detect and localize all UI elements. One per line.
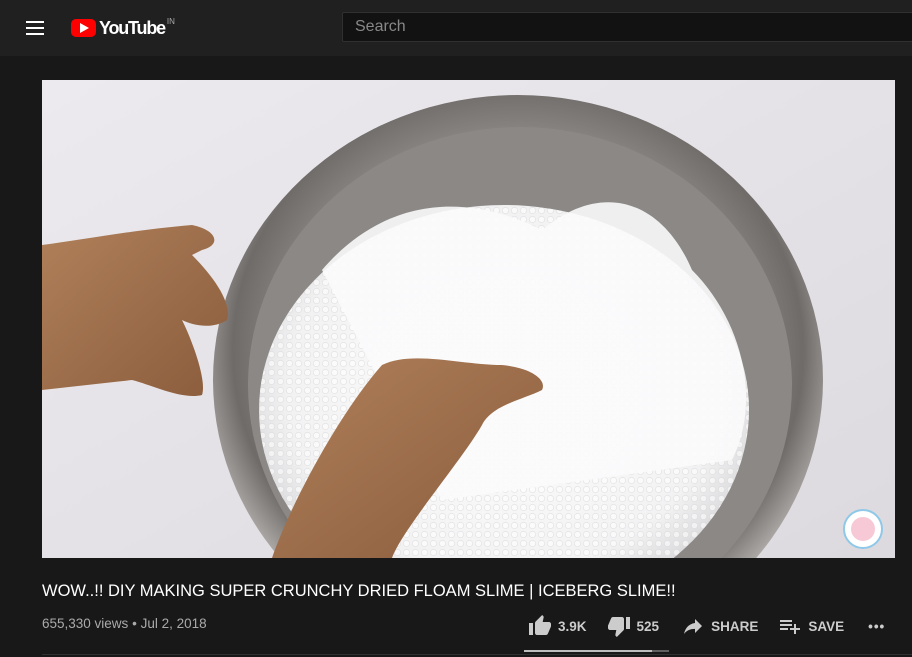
meta-separator: •: [132, 616, 137, 631]
youtube-logo[interactable]: YouTube IN: [71, 17, 175, 39]
thumbs-down-icon: [607, 617, 630, 637]
save-button[interactable]: SAVE: [778, 614, 844, 638]
sentiment-bar-fill: [524, 650, 652, 652]
country-code: IN: [166, 16, 175, 26]
thumbs-up-icon: [529, 615, 551, 635]
like-count: 3.9K: [558, 618, 587, 634]
logo-wordmark: YouTube: [99, 17, 166, 38]
save-label: SAVE: [808, 618, 845, 634]
video-frame: [42, 80, 895, 558]
like-button[interactable]: 3.9K: [528, 614, 587, 638]
left-hand: [42, 225, 228, 397]
video-metadata: 655,330 views • Jul 2, 2018: [42, 616, 207, 631]
search-input[interactable]: [342, 12, 912, 42]
video-player[interactable]: [42, 80, 895, 558]
view-count: 655,330 views: [42, 616, 129, 631]
divider: [42, 654, 912, 655]
playlist-add-icon: [780, 620, 801, 634]
share-label: SHARE: [711, 618, 759, 634]
share-button[interactable]: SHARE: [681, 614, 758, 638]
share-arrow-icon: [684, 619, 703, 634]
upload-date: Jul 2, 2018: [140, 616, 207, 631]
sentiment-bar: [524, 650, 669, 652]
more-actions-icon[interactable]: •••: [868, 619, 885, 634]
youtube-play-icon: [71, 19, 96, 37]
dislike-button[interactable]: 525: [607, 614, 660, 638]
video-actions: 3.9K 525 SHARE SAVE •••: [528, 614, 885, 638]
menu-icon[interactable]: [22, 16, 48, 40]
dislike-count: 525: [636, 618, 660, 634]
video-title: WOW..!! DIY MAKING SUPER CRUNCHY DRIED F…: [42, 582, 676, 600]
masthead: YouTube IN: [0, 0, 912, 56]
